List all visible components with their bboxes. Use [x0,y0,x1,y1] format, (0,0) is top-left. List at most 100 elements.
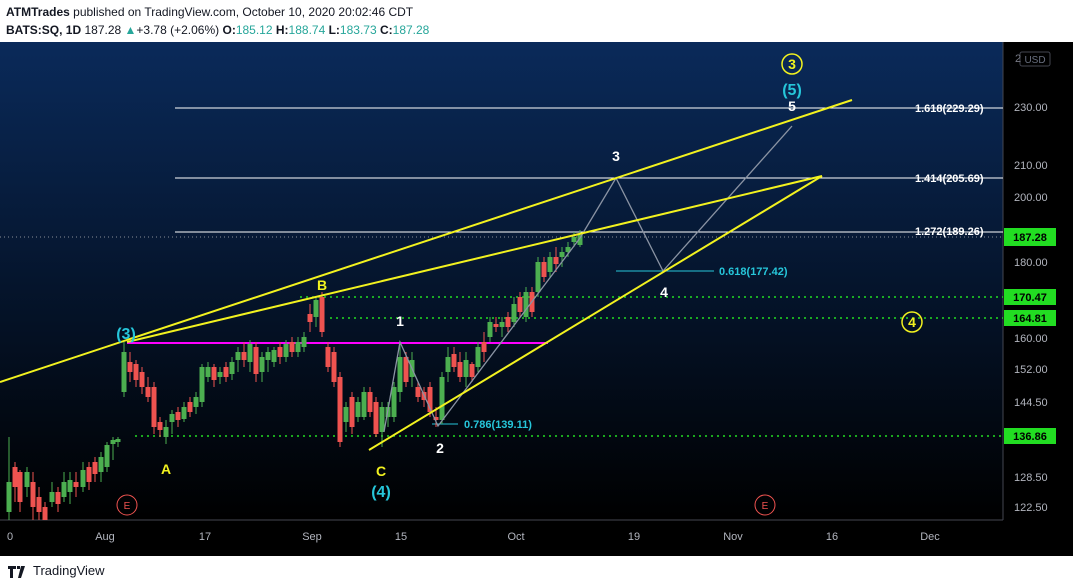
candle-body [80,470,86,487]
wave-label-3: 3 [612,148,620,164]
chart-screenshot: ATMTrades published on TradingView.com, … [0,0,1073,586]
level-tag-label: 164.81 [1013,313,1047,325]
candle-body [205,367,211,377]
wave-label-5: 5 [788,98,796,114]
candle-body [36,497,42,512]
candle-body [277,347,283,357]
candle-body [331,352,337,382]
wave-label-5-paren: (5) [782,82,802,99]
candle-body [337,377,343,442]
candle-body [247,344,253,362]
price-chart[interactable]: USD 2 230.00 210.00 200.00 180.00 160.00… [0,42,1073,556]
candle-body [30,482,36,507]
close-value: 187.28 [392,23,430,37]
candle-body [55,492,61,504]
candle-body [475,347,481,367]
candle-body [313,300,319,317]
brand-name[interactable]: TradingView [33,563,105,578]
candle-body [110,440,116,444]
price-change: +3.78 (+2.06%) [136,23,220,37]
candle-body [17,472,23,502]
candle-body [373,402,379,434]
candle-body [325,347,331,367]
wave-label-4: 4 [660,284,668,300]
candle-body [535,262,541,292]
candle-body [361,392,367,417]
candle-body [271,350,277,362]
wave-label-b: B [317,277,327,293]
candle-body [98,457,104,472]
time-tick: 16 [826,531,838,543]
candle-body [115,439,121,442]
price-tick: 200.00 [1014,192,1048,204]
earnings-marker-label: E [124,501,131,512]
price-tick: 180.00 [1014,257,1048,269]
wave-label-2: 2 [436,440,444,456]
earnings-marker-label: E [762,501,769,512]
candle-body [217,372,223,377]
candle-body [439,377,445,420]
tradingview-logo-icon[interactable] [8,564,28,578]
high-label: H: [275,23,289,37]
wave-label-3-paren: (3) [116,326,136,343]
publish-text: published on TradingView.com, October 10… [73,5,414,19]
candle-body [181,407,187,419]
candle-body [24,472,30,487]
candle-body [541,262,547,277]
price-tick: 152.00 [1014,364,1048,376]
low-label: L: [328,23,340,37]
candle-body [457,362,463,377]
open-label: O: [222,23,236,37]
candle-body [289,342,295,352]
wave-label-3-circled: 3 [788,56,796,72]
candle-body [175,412,181,420]
candle-body [523,292,529,317]
fib-level-label: 1.618(229.29) [915,103,984,115]
price-tick: 144.50 [1014,397,1048,409]
price-tick: 210.00 [1014,160,1048,172]
last-price-tag-label: 187.28 [1013,232,1047,244]
candle-body [235,352,241,360]
candle-body [49,492,55,502]
candle-body [169,414,175,422]
author-name[interactable]: ATMTrades [6,5,70,19]
candle-body [127,362,133,372]
candle-body [301,337,307,347]
candle-body [12,467,18,487]
symbol-label[interactable]: BATS:SQ, 1D [6,23,81,37]
low-value: 183.73 [339,23,377,37]
candle-body [295,342,301,352]
candle-body [259,357,265,372]
candle-body [451,354,457,367]
candle-body [547,257,553,272]
candle-body [6,482,12,512]
candle-body [403,357,409,382]
time-tick: Aug [95,531,115,543]
candle-body [229,362,235,374]
candle-body [187,402,193,412]
candle-body [559,252,565,257]
time-tick: Nov [723,531,743,543]
footer: TradingView [0,556,1073,586]
price-tick: 122.50 [1014,502,1048,514]
fib-level-label: 1.272(189.26) [915,226,984,238]
candle-body [445,357,451,372]
candle-body [193,397,199,407]
candle-body [61,482,67,497]
open-value: 185.12 [235,23,273,37]
candle-body [517,297,523,312]
candle-body [241,352,247,360]
wave-label-4-paren: (4) [371,484,391,501]
time-tick: 19 [628,531,640,543]
time-tick: Dec [920,531,940,543]
candle-body [355,402,361,417]
candle-body [139,372,145,387]
cropped-tick: 2 [1015,53,1021,65]
candle-body [487,322,493,337]
candle-body [73,482,79,487]
retracement-label: 0.786(139.11) [464,419,532,431]
retracement-label: 0.618(177.42) [719,266,788,278]
candle-body [151,387,157,427]
candle-body [307,314,313,322]
candle-body [145,387,151,397]
